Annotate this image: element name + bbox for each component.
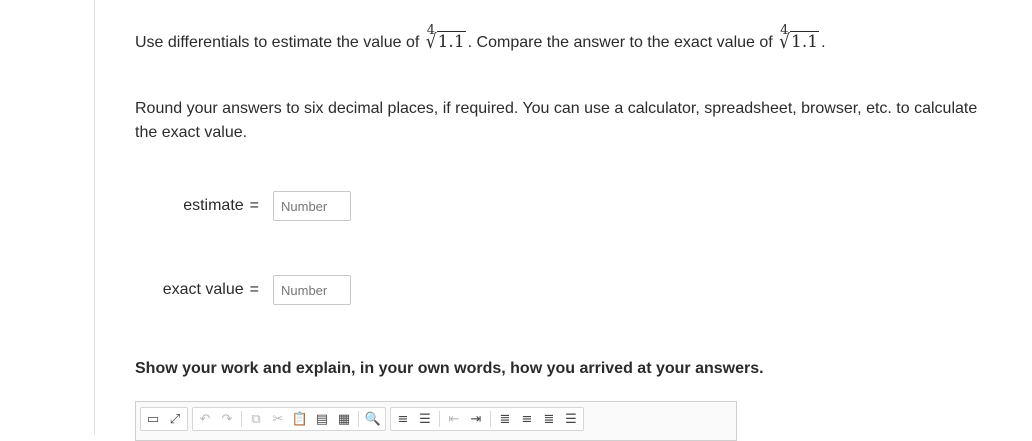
toolbar-group-document: ▭ ⤢ <box>140 407 188 431</box>
copy-icon[interactable]: ⧉ <box>246 409 266 429</box>
estimate-label: estimate = <box>135 197 259 215</box>
align-center-icon[interactable]: ≡ <box>517 409 537 429</box>
toolbar-group-paragraph: ≡ ☰ ⇤ ⇥ ≣ ≡ ≣ ☰ <box>390 407 584 431</box>
equals-sign: = <box>249 281 259 298</box>
estimate-label-text: estimate <box>183 197 244 214</box>
radicand: 1.1 <box>436 31 466 52</box>
toolbar-separator <box>439 411 440 427</box>
rounding-instructions: Round your answers to six decimal places… <box>135 100 978 141</box>
paste-word-icon[interactable]: ▦ <box>334 409 354 429</box>
justify-icon[interactable]: ☰ <box>561 409 581 429</box>
toolbar-separator <box>490 411 491 427</box>
fourth-root-expression-2: 4 √1.1 <box>779 23 820 54</box>
editor-toolbar: ▭ ⤢ ↶ ↷ ⧉ ✂ 📋 ▤ ▦ 🔍 ≡ ☰ ⇤ ⇥ ≣ ≡ ≣ ☰ <box>140 407 584 431</box>
exact-value-label-text: exact value <box>162 281 244 298</box>
redo-icon[interactable]: ↷ <box>217 409 237 429</box>
find-icon[interactable]: 🔍 <box>363 409 383 429</box>
paste-icon[interactable]: 📋 <box>290 409 310 429</box>
question-compare: . Compare the answer to the exact value … <box>467 34 773 51</box>
maximize-icon[interactable]: ⤢ <box>165 409 185 429</box>
equals-sign: = <box>249 197 259 214</box>
question-intro: Use differentials to estimate the value … <box>135 34 420 51</box>
exact-value-row: exact value = <box>135 275 351 305</box>
question-text: Use differentials to estimate the value … <box>135 23 826 55</box>
radical-sign: √ <box>425 30 437 54</box>
estimate-row: estimate = <box>135 191 351 221</box>
question-end: . <box>821 34 826 51</box>
cut-icon[interactable]: ✂ <box>268 409 288 429</box>
align-left-icon[interactable]: ≣ <box>495 409 515 429</box>
toolbar-separator <box>241 411 242 427</box>
paste-text-icon[interactable]: ▤ <box>312 409 332 429</box>
fourth-root-expression: 4 √1.1 <box>425 23 466 54</box>
toolbar-group-clipboard: ↶ ↷ ⧉ ✂ 📋 ▤ ▦ 🔍 <box>192 407 386 431</box>
show-work-prompt: Show your work and explain, in your own … <box>135 360 764 377</box>
exact-value-input[interactable] <box>273 275 351 305</box>
undo-icon[interactable]: ↶ <box>195 409 215 429</box>
radical-sign: √ <box>779 30 791 54</box>
toolbar-separator <box>358 411 359 427</box>
rich-text-editor[interactable]: ▭ ⤢ ↶ ↷ ⧉ ✂ 📋 ▤ ▦ 🔍 ≡ ☰ ⇤ ⇥ ≣ ≡ ≣ ☰ <box>135 401 737 441</box>
estimate-input[interactable] <box>273 191 351 221</box>
radicand: 1.1 <box>790 31 820 52</box>
bulleted-list-icon[interactable]: ☰ <box>415 409 435 429</box>
numbered-list-icon[interactable]: ≡ <box>393 409 413 429</box>
align-right-icon[interactable]: ≣ <box>539 409 559 429</box>
source-icon[interactable]: ▭ <box>143 409 163 429</box>
exact-value-label: exact value = <box>135 281 259 299</box>
indent-icon[interactable]: ⇥ <box>466 409 486 429</box>
outdent-icon[interactable]: ⇤ <box>444 409 464 429</box>
left-divider <box>94 0 95 435</box>
